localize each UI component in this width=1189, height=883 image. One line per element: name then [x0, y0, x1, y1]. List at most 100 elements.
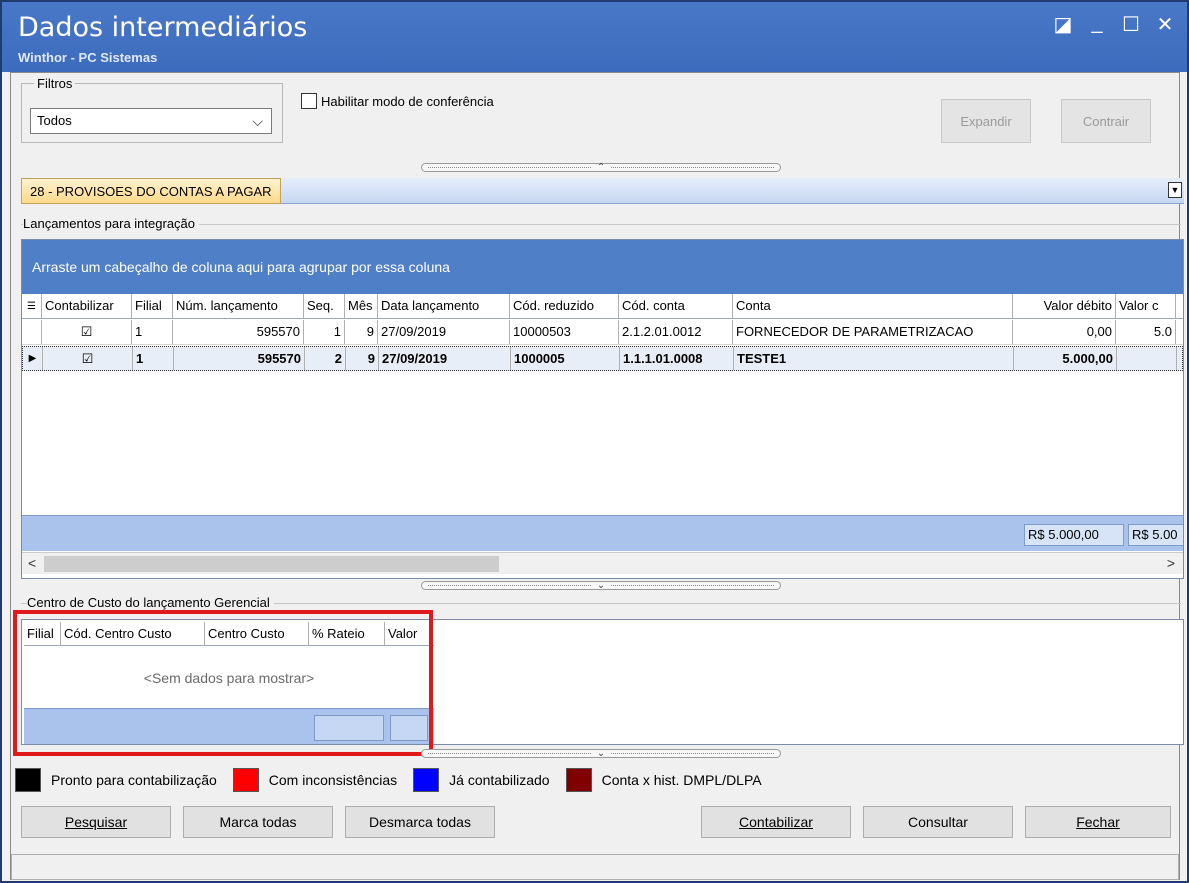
cell-num: 595570 — [173, 320, 304, 344]
row-indicator-icon: ▶ — [23, 347, 43, 370]
filters-legend: Filtros — [34, 76, 76, 91]
tab-provisoes[interactable]: 28 - PROVISOES DO CONTAS A PAGAR — [21, 178, 281, 204]
scroll-thumb[interactable] — [44, 556, 499, 572]
col-valor-credito[interactable]: Valor c — [1116, 294, 1176, 318]
cell-valor-debito: 5.000,00 — [1014, 347, 1117, 370]
cell-conta: FORNECEDOR DE PARAMETRIZACAO — [733, 320, 1013, 344]
cell-valor-credito — [1117, 347, 1177, 370]
horizontal-scrollbar[interactable]: < > — [22, 552, 1183, 574]
main-window: Dados intermediários Winthor - PC Sistem… — [0, 0, 1189, 883]
col-data-lancamento[interactable]: Data lançamento — [378, 294, 510, 318]
cell-filial: 1 — [132, 320, 173, 344]
cell-filial: 1 — [133, 347, 174, 370]
highlight-box — [13, 610, 433, 756]
restore-icon[interactable]: ◪ — [1051, 12, 1075, 37]
col-seq[interactable]: Seq. — [304, 294, 345, 318]
post-button[interactable]: Contabilizar — [701, 806, 851, 838]
col-cod-reduzido[interactable]: Cód. reduzido — [510, 294, 619, 318]
window-subtitle: Winthor - PC Sistemas — [18, 50, 158, 65]
unmark-all-label: Desmarca todas — [369, 814, 471, 830]
unmark-all-button[interactable]: Desmarca todas — [345, 806, 495, 838]
cell-seq: 1 — [304, 320, 345, 344]
legend-posted: Já contabilizado — [449, 772, 550, 788]
checkbox-icon[interactable] — [301, 93, 317, 109]
row-checkbox[interactable]: ☑ — [42, 320, 132, 344]
filters-selected-value: Todos — [37, 113, 72, 128]
legend-dmpl: Conta x hist. DMPL/DLPA — [601, 772, 762, 788]
expand-button[interactable]: Expandir — [941, 99, 1031, 143]
search-button-label: Pesquisar — [64, 814, 128, 830]
search-button[interactable]: Pesquisar — [21, 806, 171, 838]
status-legend: Pronto para contabilização Com inconsist… — [15, 768, 772, 792]
mark-all-button[interactable]: Marca todas — [183, 806, 333, 838]
mark-all-label: Marca todas — [219, 814, 297, 830]
col-num-lancamento[interactable]: Núm. lançamento — [173, 294, 304, 318]
grid-header: ☰ Contabilizar Filial Núm. lançamento Se… — [22, 294, 1183, 319]
chevron-down-icon: ⌄ — [596, 748, 606, 759]
conference-mode-checkbox[interactable]: Habilitar modo de conferência — [301, 93, 494, 109]
chevron-up-icon: ⌃ — [596, 162, 606, 173]
col-mes[interactable]: Mês — [345, 294, 378, 318]
column-chooser-icon[interactable]: ☰ — [22, 294, 42, 318]
launch-section-label: Lançamentos para integração — [23, 216, 200, 231]
query-button[interactable]: Consultar — [863, 806, 1013, 838]
col-cod-conta[interactable]: Cód. conta — [619, 294, 733, 318]
legend-swatch-blue — [413, 768, 440, 792]
legend-swatch-darkred — [565, 768, 592, 792]
grid-totals-row: R$ 5.000,00 R$ 5.00 — [22, 515, 1183, 551]
scroll-left-icon[interactable]: < — [28, 555, 36, 571]
client-area: Filtros Todos ⌵ Habilitar modo de confer… — [10, 72, 1184, 880]
cell-cod-conta: 1.1.1.01.0008 — [620, 347, 734, 370]
conference-mode-label: Habilitar modo de conferência — [321, 93, 494, 109]
cell-cod-conta: 2.1.2.01.0012 — [619, 320, 733, 344]
query-label: Consultar — [908, 814, 968, 830]
col-contabilizar[interactable]: Contabilizar — [42, 294, 132, 318]
title-bar[interactable]: Dados intermediários Winthor - PC Sistem… — [2, 2, 1187, 72]
filters-select[interactable]: Todos ⌵ — [30, 108, 272, 134]
close-icon[interactable]: ✕ — [1153, 12, 1177, 37]
close-label: Fechar — [1076, 814, 1120, 830]
chevron-down-icon: ⌄ — [596, 580, 606, 591]
cell-seq: 2 — [305, 347, 346, 370]
cell-cod-reduzido: 10000503 — [510, 320, 619, 344]
tab-dropdown-icon[interactable]: ▼ — [1168, 182, 1182, 198]
collapse-button[interactable]: Contrair — [1061, 99, 1151, 143]
cell-num: 595570 — [174, 347, 305, 370]
minimize-icon[interactable]: _ — [1085, 12, 1109, 37]
scroll-right-icon[interactable]: > — [1167, 555, 1175, 571]
status-bar — [11, 854, 1179, 880]
cell-valor-debito: 0,00 — [1013, 320, 1116, 344]
cell-mes: 9 — [346, 347, 379, 370]
col-valor-debito[interactable]: Valor débito — [1013, 294, 1116, 318]
row-checkbox[interactable]: ☑ — [43, 347, 133, 370]
middle-splitter[interactable]: ⌄ — [421, 580, 781, 591]
total-debito: R$ 5.000,00 — [1024, 524, 1124, 546]
group-by-panel[interactable]: Arraste um cabeçalho de coluna aqui para… — [22, 240, 1183, 294]
bottom-splitter[interactable]: ⌄ — [421, 748, 781, 759]
total-credito: R$ 5.00 — [1128, 524, 1183, 546]
col-filial[interactable]: Filial — [132, 294, 173, 318]
cost-center-label: Centro de Custo do lançamento Gerencial — [27, 595, 274, 610]
cell-data: 27/09/2019 — [378, 320, 510, 344]
cell-conta: TESTE1 — [734, 347, 1014, 370]
close-button[interactable]: Fechar — [1025, 806, 1171, 838]
table-row-selected[interactable]: ▶ ☑ 1 595570 2 9 27/09/2019 1000005 1.1.… — [22, 346, 1183, 371]
maximize-icon[interactable]: ☐ — [1119, 12, 1143, 37]
table-row[interactable]: ☑ 1 595570 1 9 27/09/2019 10000503 2.1.2… — [22, 320, 1183, 345]
col-conta[interactable]: Conta — [733, 294, 1013, 318]
legend-ready: Pronto para contabilização — [51, 772, 217, 788]
legend-inconsistent: Com inconsistências — [268, 772, 398, 788]
chevron-down-icon: ⌵ — [252, 113, 263, 129]
cell-valor-credito: 5.0 — [1116, 320, 1176, 344]
top-splitter[interactable]: ⌃ — [421, 162, 781, 173]
cell-mes: 9 — [345, 320, 378, 344]
filters-group: Filtros Todos ⌵ — [21, 76, 283, 143]
legend-swatch-red — [232, 768, 259, 792]
window-title: Dados intermediários — [18, 12, 308, 43]
tab-bar: 28 - PROVISOES DO CONTAS A PAGAR ▼ — [21, 178, 1184, 204]
cell-cod-reduzido: 1000005 — [511, 347, 620, 370]
launch-grid: Arraste um cabeçalho de coluna aqui para… — [21, 239, 1184, 579]
post-label: Contabilizar — [739, 814, 813, 830]
cell-data: 27/09/2019 — [379, 347, 511, 370]
legend-swatch-black — [15, 768, 41, 792]
